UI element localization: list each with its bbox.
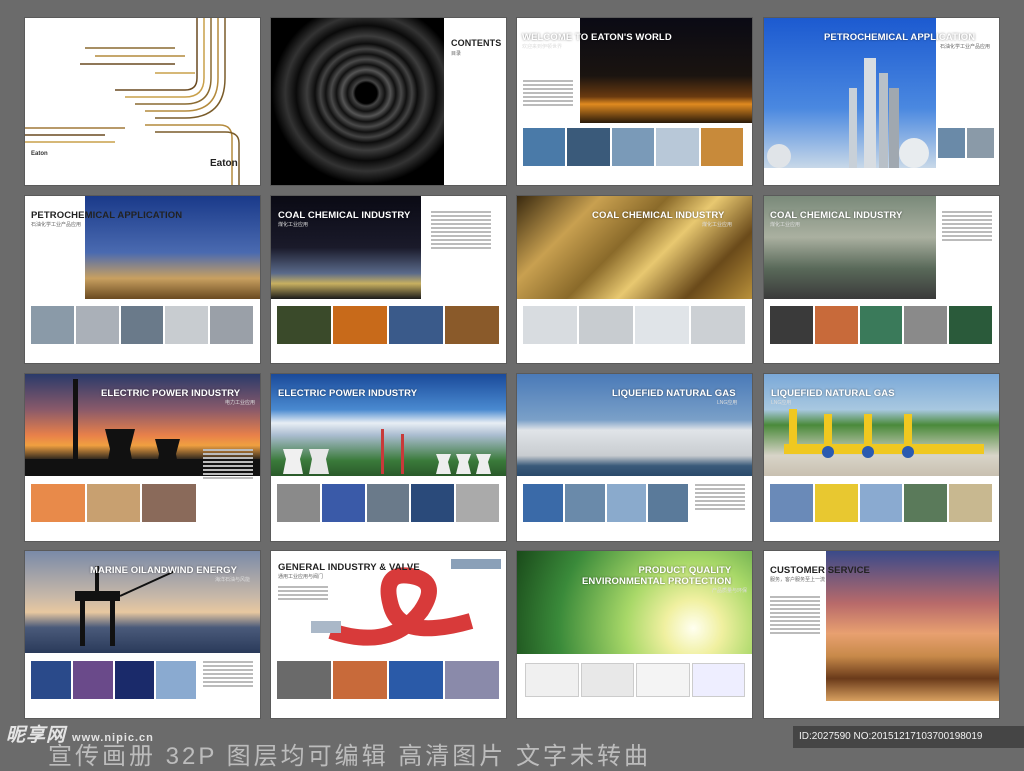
spread-welcome[interactable]: WELCOME TO EATON'S WORLD 欢迎来到伊顿世界: [517, 18, 752, 185]
spread-subtitle: 通用工业应用与阀门: [278, 574, 324, 580]
spread-title: PETROCHEMICAL APPLICATION: [31, 210, 183, 221]
spread-subtitle: 电力工业应用: [225, 400, 256, 406]
spread-subtitle: 石油化学工业产品应用: [31, 222, 82, 228]
spread-lng-2[interactable]: LIQUEFIED NATURAL GAS LNG应用: [764, 374, 999, 541]
spread-title: GENERAL INDUSTRY & VALVE: [278, 562, 420, 573]
image-id-label: ID:2027590 NO:20151217103700198019: [793, 726, 1024, 748]
cover-spread[interactable]: Eaton Eaton: [25, 18, 260, 185]
spread-coal-chemical-3[interactable]: COAL CHEMICAL INDUSTRY 煤化工业应用: [764, 196, 999, 363]
photo-strip: [277, 661, 499, 699]
spread-subtitle: 煤化工业应用: [770, 222, 801, 228]
spread-electric-power-1[interactable]: ELECTRIC POWER INDUSTRY 电力工业应用: [25, 374, 260, 541]
spread-subtitle: LNG应用: [717, 400, 738, 406]
spread-petrochemical-1[interactable]: PETROCHEMICAL APPLICATION 石油化学工业产品应用: [764, 18, 999, 185]
brand-logo-small: Eaton: [31, 151, 48, 157]
photo-strip: [770, 484, 992, 522]
spread-title: COAL CHEMICAL INDUSTRY: [770, 210, 903, 221]
spread-title: CUSTOMER SERVICE: [770, 565, 870, 576]
spread-subtitle: 石油化学工业产品应用: [940, 44, 991, 50]
spread-marine-wind[interactable]: MARINE OILANDWIND ENERGY 海洋石油与风能: [25, 551, 260, 718]
spread-subtitle: 产品质量与环保: [712, 588, 748, 594]
spread-title: ELECTRIC POWER INDUSTRY: [101, 388, 241, 399]
photo-strip: [938, 128, 994, 158]
spread-customer-service[interactable]: CUSTOMER SERVICE 服务，客户服务至上一流: [764, 551, 999, 718]
spread-coal-chemical-2[interactable]: COAL CHEMICAL INDUSTRY 煤化工业应用: [517, 196, 752, 363]
brand-logo: Eaton: [210, 158, 238, 169]
spread-title: PRODUCT QUALITY ENVIRONMENTAL PROTECTION: [582, 565, 732, 587]
spread-title: ELECTRIC POWER INDUSTRY: [278, 388, 418, 399]
photo-strip: [770, 306, 992, 344]
body-text: [770, 596, 820, 636]
product-strip: [523, 306, 745, 344]
spread-coal-chemical-1[interactable]: COAL CHEMICAL INDUSTRY 煤化工业应用: [271, 196, 506, 363]
photo-strip: [523, 128, 744, 166]
bottom-caption: 宣传画册 32P 图层均可编辑 高清图片 文字未转曲: [48, 743, 651, 770]
spread-title: LIQUEFIED NATURAL GAS: [771, 388, 895, 399]
spread-title: MARINE OILANDWIND ENERGY: [90, 565, 238, 576]
spread-general-industry-valve[interactable]: GENERAL INDUSTRY & VALVE 通用工业应用与阀门: [271, 551, 506, 718]
spread-lng-1[interactable]: LIQUEFIED NATURAL GAS LNG应用: [517, 374, 752, 541]
spread-subtitle: LNG应用: [771, 400, 792, 406]
photo-strip: [277, 484, 499, 522]
body-text: [942, 211, 992, 243]
spread-subtitle: 煤化工业应用: [702, 222, 733, 228]
contents-title: CONTENTS: [451, 38, 502, 48]
body-text: [431, 211, 491, 251]
body-text: [695, 484, 745, 512]
tunnel-image: [271, 18, 444, 185]
spread-title: COAL CHEMICAL INDUSTRY: [278, 210, 411, 221]
spread-subtitle: 海洋石油与风能: [215, 577, 251, 583]
body-text: [523, 80, 573, 108]
contents-spread[interactable]: CONTENTS 目录: [271, 18, 506, 185]
spread-title: LIQUEFIED NATURAL GAS: [612, 388, 736, 399]
photo-strip: [31, 661, 196, 699]
photo-strip: [31, 306, 253, 344]
photo-strip: [277, 306, 499, 344]
body-text: [203, 449, 253, 481]
certificate-strip: [525, 663, 745, 697]
body-text: [203, 661, 253, 689]
spread-title: WELCOME TO EATON'S WORLD: [522, 32, 672, 43]
spread-quality-environment[interactable]: PRODUCT QUALITY ENVIRONMENTAL PROTECTION…: [517, 551, 752, 718]
spread-title: COAL CHEMICAL INDUSTRY: [592, 210, 725, 221]
spread-subtitle: 欢迎来到伊顿世界: [522, 44, 563, 50]
photo-strip: [523, 484, 688, 522]
spread-electric-power-2[interactable]: ELECTRIC POWER INDUSTRY: [271, 374, 506, 541]
spread-subtitle: 服务，客户服务至上一流: [770, 577, 826, 583]
spread-title: PETROCHEMICAL APPLICATION: [824, 32, 976, 43]
spread-subtitle: 煤化工业应用: [278, 222, 309, 228]
photo-strip: [31, 484, 197, 522]
contents-subtitle: 目录: [451, 51, 462, 57]
body-text: [278, 586, 328, 602]
spread-petrochemical-2[interactable]: PETROCHEMICAL APPLICATION 石油化学工业产品应用: [25, 196, 260, 363]
